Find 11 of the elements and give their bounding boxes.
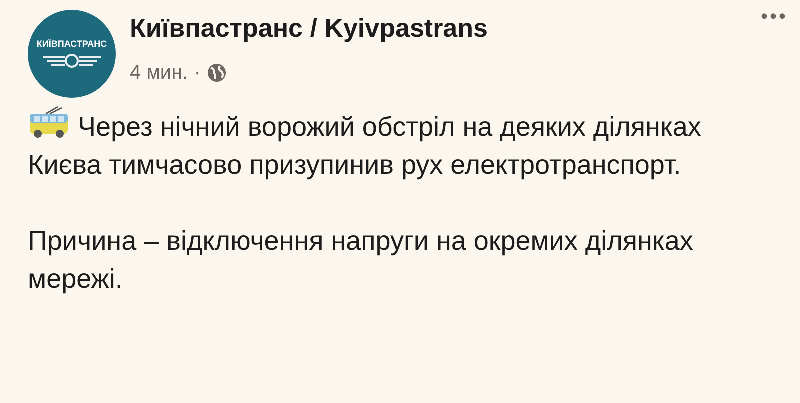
post-text: Причина – відключення напруги на окремих ділянках мережі. [28,225,694,296]
post-text: Через нічний ворожий обстріл на деяких ділянках Києва тимчасово призупинив рух електротранспорт. [28,106,770,184]
logo-text: КИЇВПАСТРАНС [36,40,108,48]
trolleybus-icon [28,106,70,140]
more-button[interactable]: ••• [760,2,788,32]
page-name[interactable]: Київпастранс / Kyivpastrans [130,12,488,44]
page-logo[interactable]: КИЇВПАСТРАНС [28,10,116,98]
separator-dot: · [194,61,201,86]
wings-icon [41,52,103,68]
globe-icon [206,63,227,83]
post-time[interactable]: 4 мин. [130,58,188,88]
